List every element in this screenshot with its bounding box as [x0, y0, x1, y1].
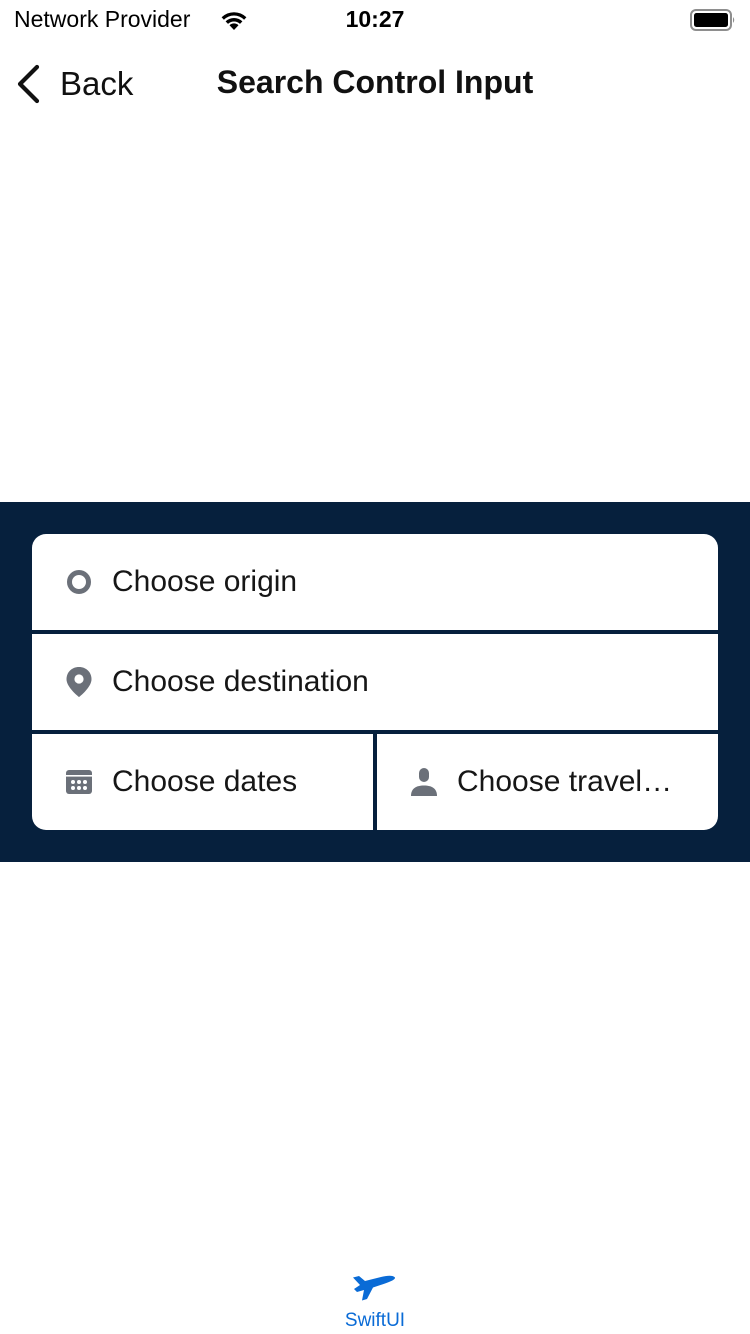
airplane-icon — [353, 1275, 396, 1301]
origin-circle-icon — [64, 567, 94, 597]
page-title: Search Control Input — [216, 64, 534, 100]
origin-label: Choose origin — [112, 565, 298, 598]
battery-icon — [690, 9, 735, 31]
navigation-bar: Back Search Control Input — [0, 40, 750, 128]
travelers-label: Choose travel… — [457, 765, 673, 798]
map-pin-icon — [64, 667, 94, 697]
tab-bar: SwiftUI — [0, 1244, 750, 1334]
dates-label: Choose dates — [112, 765, 298, 798]
calendar-icon — [64, 767, 94, 797]
status-time: 10:27 — [345, 6, 405, 32]
destination-label: Choose destination — [112, 665, 369, 698]
search-control-panel: Choose origin Choose destination Choose … — [0, 502, 750, 862]
origin-field[interactable]: Choose origin — [32, 534, 718, 630]
dates-field[interactable]: Choose dates — [32, 734, 373, 830]
tab-label: SwiftUI — [344, 1310, 406, 1331]
destination-field[interactable]: Choose destination — [32, 634, 718, 730]
tab-swiftui[interactable]: SwiftUI — [315, 1244, 435, 1334]
person-icon — [409, 767, 439, 797]
travelers-field[interactable]: Choose travel… — [377, 734, 718, 830]
search-form: Choose origin Choose destination Choose … — [32, 534, 718, 830]
status-bar: Network Provider 10:27 — [0, 0, 750, 40]
